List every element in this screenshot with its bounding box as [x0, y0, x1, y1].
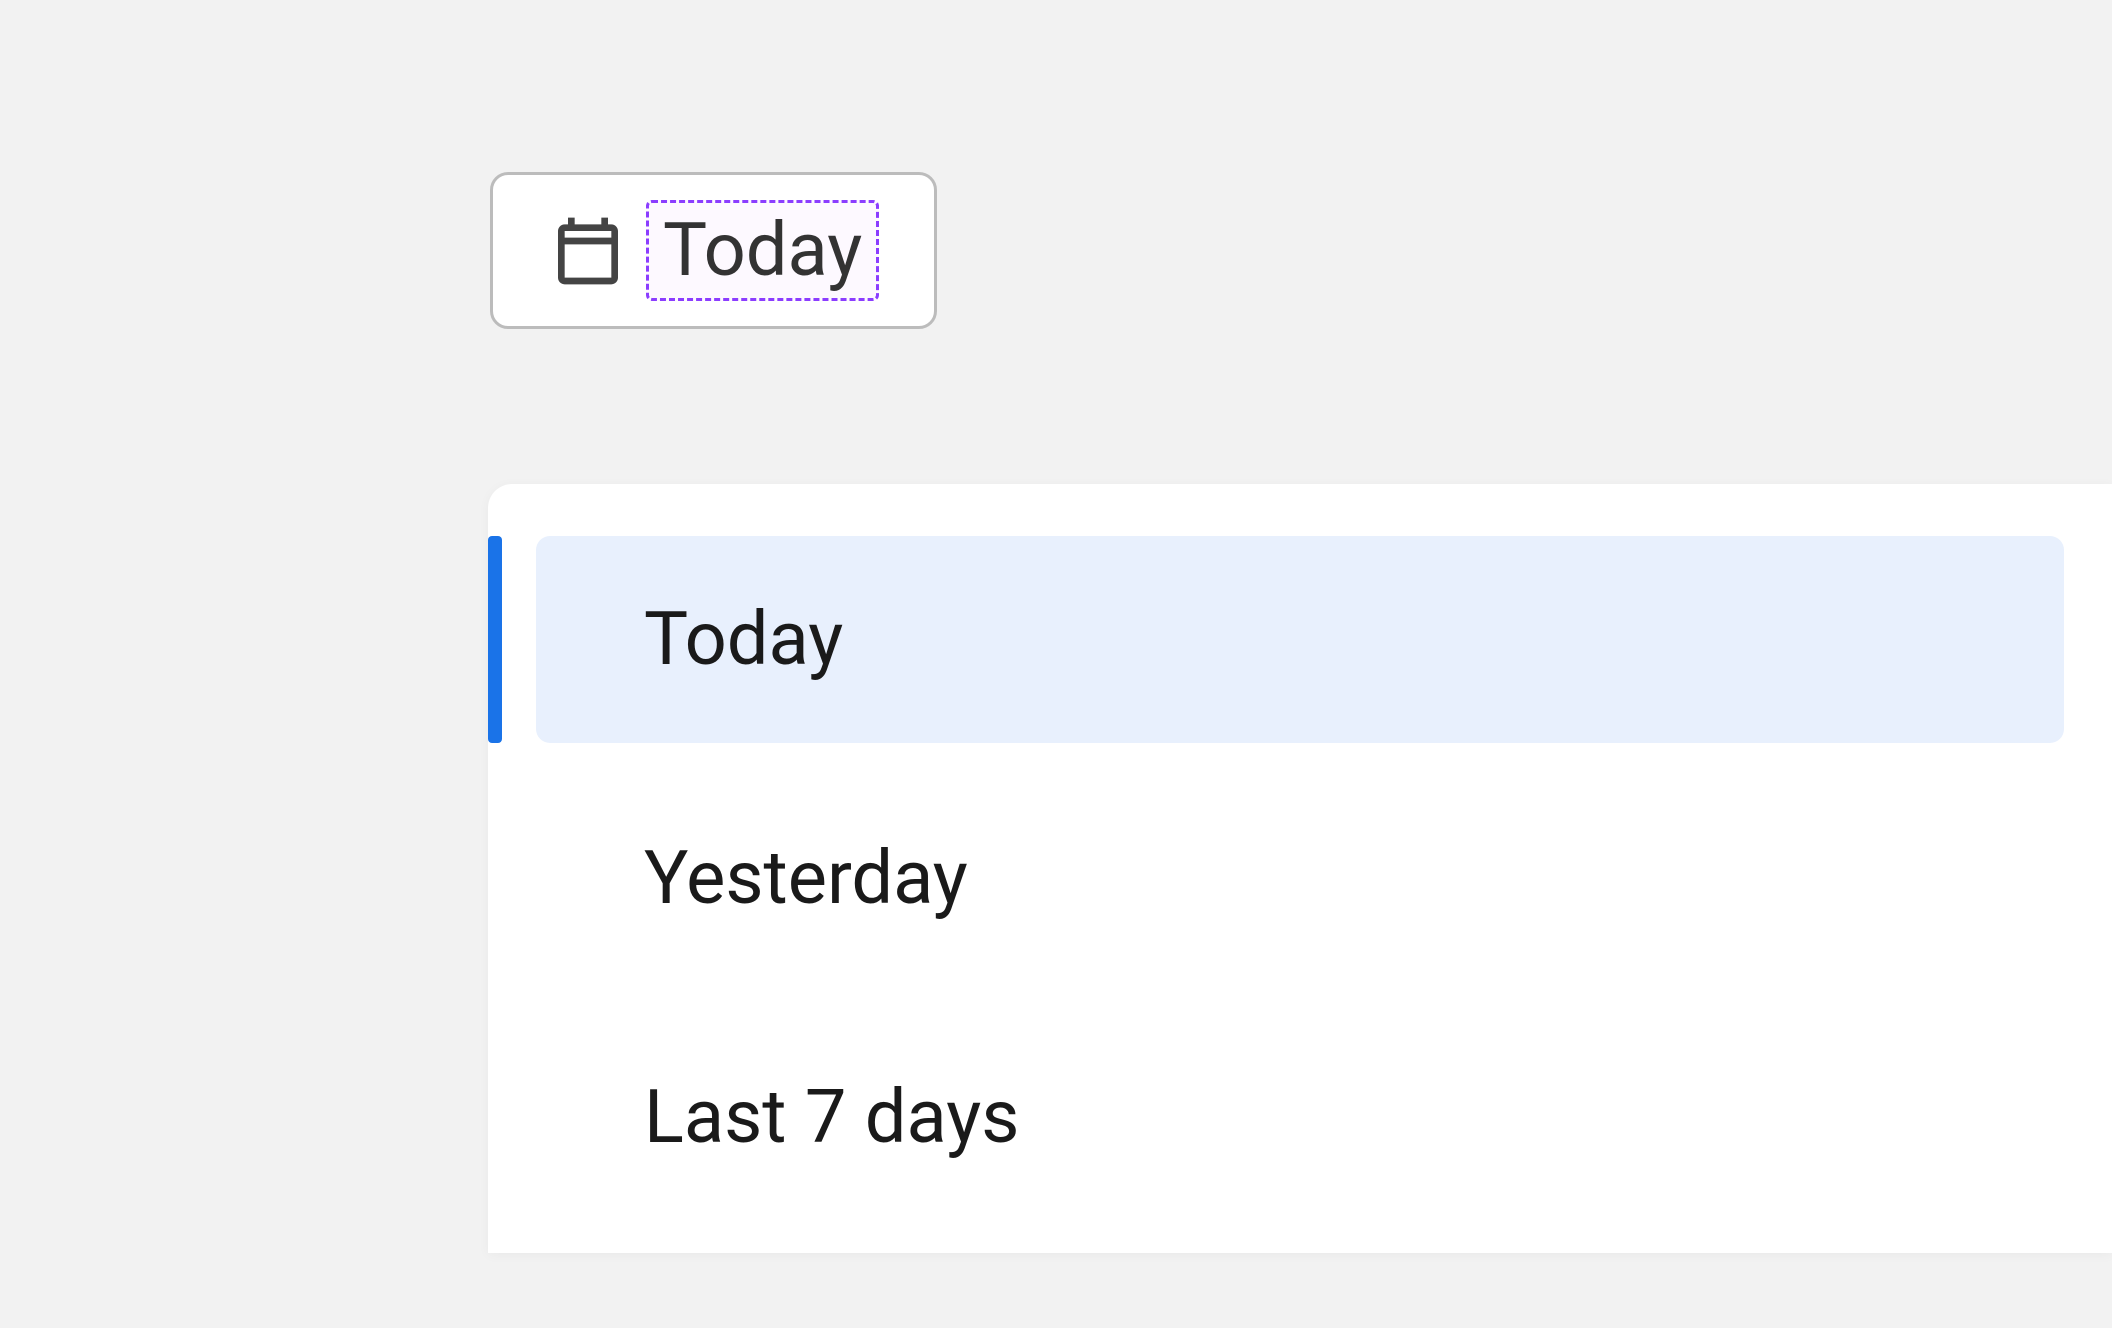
date-range-button[interactable]: Today: [490, 172, 937, 329]
calendar-icon: [548, 211, 628, 291]
selected-date-range-label: Today: [646, 200, 879, 301]
dropdown-option-today[interactable]: Today: [536, 536, 2064, 743]
dropdown-option-label: Yesterday: [644, 835, 968, 922]
selected-indicator: [488, 536, 502, 743]
dropdown-option-label: Last 7 days: [644, 1074, 1019, 1161]
dropdown-option-last-7-days[interactable]: Last 7 days: [536, 1014, 2064, 1221]
dropdown-option-yesterday[interactable]: Yesterday: [536, 775, 2064, 982]
date-range-dropdown: Today Yesterday Last 7 days: [488, 484, 2112, 1253]
dropdown-option-label: Today: [644, 596, 843, 683]
